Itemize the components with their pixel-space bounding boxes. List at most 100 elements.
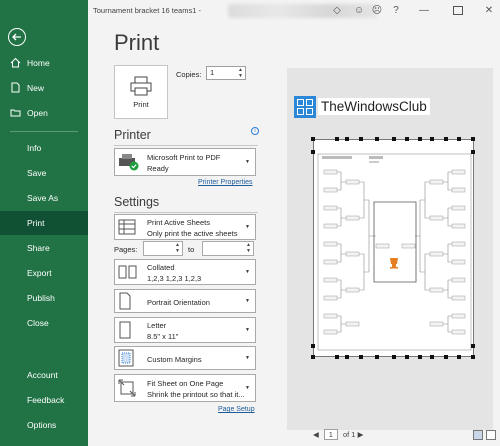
margin-handle[interactable] [471, 355, 475, 359]
pages-to-input[interactable]: ▲ ▼ [202, 241, 254, 256]
nav-info[interactable]: Info [0, 136, 88, 160]
nav-info-label: Info [27, 143, 42, 153]
pages-to-spin-icon[interactable]: ▲ ▼ [246, 242, 251, 254]
orientation-label: Portrait Orientation [147, 298, 210, 307]
frown-feedback-icon[interactable]: ☹ [371, 5, 383, 17]
smile-feedback-icon[interactable]: ☺ [353, 5, 365, 17]
margin-handle[interactable] [392, 137, 396, 141]
print-button[interactable]: Print [114, 65, 168, 119]
margin-handle[interactable] [345, 355, 349, 359]
page-navigator: ◀ 1 of 1 ▶ [313, 429, 363, 440]
pages-from-input[interactable]: ▲ ▼ [143, 241, 183, 256]
restore-button[interactable] [453, 6, 463, 15]
margin-handle[interactable] [345, 137, 349, 141]
margin-handle[interactable] [311, 344, 315, 348]
chevron-down-icon: ▼ [245, 327, 250, 333]
nav-account[interactable]: Account [0, 363, 88, 387]
open-folder-icon [10, 109, 21, 117]
nav-open[interactable]: Open [0, 101, 88, 125]
nav-open-label: Open [27, 108, 48, 118]
nav-home[interactable]: Home [0, 51, 88, 75]
margin-handle[interactable] [311, 150, 315, 154]
nav-save[interactable]: Save [0, 161, 88, 185]
margin-handle[interactable] [471, 150, 475, 154]
info-icon[interactable]: i [251, 127, 259, 135]
margin-handle[interactable] [405, 137, 409, 141]
nav-close-label: Close [27, 318, 49, 328]
nav-save-as-label: Save As [27, 193, 59, 203]
sheets-icon [118, 219, 136, 235]
nav-export[interactable]: Export [0, 261, 88, 285]
margin-handle[interactable] [335, 355, 339, 359]
portrait-icon [119, 292, 131, 310]
windows-club-logo [294, 96, 316, 118]
copies-stepper[interactable]: 1 ▲ ▼ [206, 66, 246, 80]
orientation-select[interactable]: Portrait Orientation ▼ [114, 289, 256, 313]
nav-print[interactable]: Print [0, 211, 88, 235]
margin-handle[interactable] [392, 355, 396, 359]
nav-feedback[interactable]: Feedback [0, 388, 88, 412]
close-window-button[interactable]: ✕ [483, 5, 495, 17]
margin-handle[interactable] [359, 137, 363, 141]
margins-label: Custom Margins [147, 355, 202, 364]
paper-size-select[interactable]: Letter 8.5" x 11" ▼ [114, 317, 256, 343]
margin-handle[interactable] [444, 355, 448, 359]
nav-publish[interactable]: Publish [0, 286, 88, 310]
nav-feedback-label: Feedback [27, 395, 65, 405]
margin-handle[interactable] [418, 355, 422, 359]
home-icon [10, 57, 21, 68]
nav-options[interactable]: Options [0, 413, 88, 437]
scaling-select[interactable]: Fit Sheet on One Page Shrink the printou… [114, 374, 256, 402]
margin-handle[interactable] [444, 137, 448, 141]
margin-handle[interactable] [471, 344, 475, 348]
margin-handle[interactable] [335, 137, 339, 141]
margin-handle[interactable] [457, 355, 461, 359]
settings-divider [114, 212, 258, 213]
nav-share[interactable]: Share [0, 236, 88, 260]
printer-properties-link[interactable]: Printer Properties [198, 179, 252, 186]
minimize-button[interactable]: — [418, 5, 430, 17]
margin-handle[interactable] [311, 137, 315, 141]
margin-handle[interactable] [375, 137, 379, 141]
chevron-down-icon: ▼ [245, 298, 250, 304]
chevron-down-icon: ▼ [245, 159, 250, 165]
margin-handle[interactable] [311, 355, 315, 359]
paper-size-line2: 8.5" x 11" [147, 332, 179, 341]
excel-print-backstage: Tournament bracket 16 teams1 - ◇ ☺ ☹ ? —… [0, 0, 500, 446]
pages-from-spin-icon[interactable]: ▲ ▼ [175, 242, 180, 254]
print-what-select[interactable]: Print Active Sheets Only print the activ… [114, 214, 256, 240]
diamond-icon[interactable]: ◇ [331, 5, 343, 17]
print-button-label: Print [133, 99, 149, 109]
page-setup-link[interactable]: Page Setup [218, 406, 255, 413]
margin-handle[interactable] [430, 355, 434, 359]
current-page-input[interactable]: 1 [323, 429, 338, 440]
margins-select[interactable]: Custom Margins ▼ [114, 346, 256, 370]
margin-handle[interactable] [405, 355, 409, 359]
printer-select[interactable]: Microsoft Print to PDF Ready ▼ [114, 148, 256, 176]
margin-handle[interactable] [457, 137, 461, 141]
nav-print-label: Print [27, 218, 45, 228]
page-count: of 1 [342, 430, 356, 439]
copies-spin-icon[interactable]: ▲ ▼ [238, 67, 243, 79]
margin-handle[interactable] [418, 137, 422, 141]
margin-handle[interactable] [375, 355, 379, 359]
help-icon[interactable]: ? [390, 5, 402, 17]
scaling-icon [118, 379, 136, 397]
nav-close[interactable]: Close [0, 311, 88, 335]
show-margins-button[interactable] [473, 430, 483, 440]
nav-save-as[interactable]: Save As [0, 186, 88, 210]
nav-account-label: Account [27, 370, 58, 380]
margin-handle[interactable] [471, 137, 475, 141]
back-button[interactable] [8, 28, 26, 46]
collation-line2: 1,2,3 1,2,3 1,2,3 [147, 274, 202, 283]
next-page-icon[interactable]: ▶ [358, 430, 364, 439]
collation-line1: Collated [147, 263, 175, 272]
margin-handle[interactable] [430, 137, 434, 141]
margin-handle[interactable] [359, 355, 363, 359]
nav-new[interactable]: New [0, 76, 88, 100]
print-what-line2: Only print the active sheets [147, 229, 238, 238]
prev-page-icon[interactable]: ◀ [313, 430, 319, 439]
pages-to-label: to [188, 245, 195, 254]
collation-select[interactable]: Collated 1,2,3 1,2,3 1,2,3 ▼ [114, 259, 256, 285]
zoom-to-page-button[interactable] [486, 430, 496, 440]
